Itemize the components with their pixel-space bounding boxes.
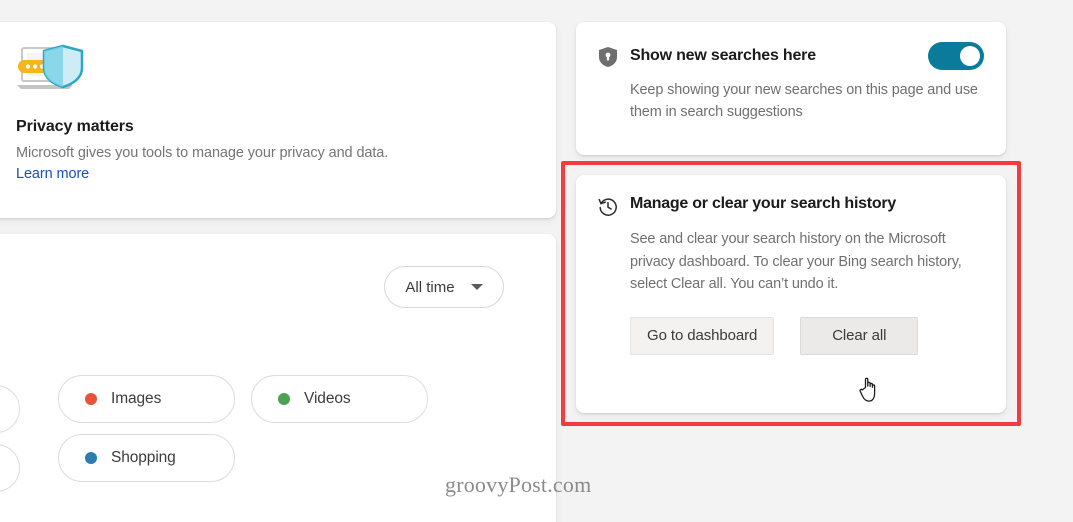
history-actions: Go to dashboard Clear all bbox=[576, 296, 1006, 355]
manage-search-history-title: Manage or clear your search history bbox=[630, 195, 897, 212]
show-new-searches-toggle[interactable] bbox=[928, 42, 984, 70]
go-to-dashboard-button[interactable]: Go to dashboard bbox=[630, 316, 775, 355]
filter-pill-label: Images bbox=[111, 390, 162, 407]
filter-color-dot bbox=[85, 393, 97, 405]
shield-lock-icon bbox=[598, 46, 618, 68]
manage-search-history-header: Manage or clear your search history bbox=[576, 175, 1006, 219]
filter-pill-shopping[interactable]: Shopping bbox=[58, 434, 235, 482]
watermark: groovyPost.com bbox=[445, 472, 592, 497]
manage-search-history-card: Manage or clear your search history See … bbox=[576, 175, 1006, 413]
filter-pill-images[interactable]: Images bbox=[58, 375, 235, 423]
filter-pill-partial-1[interactable] bbox=[0, 385, 20, 433]
filter-color-dot bbox=[278, 393, 290, 405]
filter-pill-videos[interactable]: Videos bbox=[251, 375, 428, 423]
left-column: Privacy matters Microsoft gives you tool… bbox=[0, 0, 556, 522]
learn-more-link[interactable]: Learn more bbox=[16, 166, 89, 182]
clear-all-button[interactable]: Clear all bbox=[800, 316, 919, 355]
privacy-card-title: Privacy matters bbox=[16, 118, 134, 135]
filter-pill-label: Shopping bbox=[111, 449, 176, 466]
filter-color-dot bbox=[85, 452, 97, 464]
show-new-searches-description: Keep showing your new searches on this p… bbox=[630, 82, 978, 120]
show-new-searches-card: Show new searches here Keep showing your… bbox=[576, 22, 1006, 155]
history-clock-icon bbox=[598, 197, 618, 219]
screen-root: Privacy matters Microsoft gives you tool… bbox=[0, 0, 1073, 522]
laptop-shield-icon bbox=[16, 44, 88, 100]
filter-pill-label: Videos bbox=[304, 390, 351, 407]
time-range-dropdown[interactable]: All time bbox=[384, 266, 504, 308]
toggle-knob bbox=[960, 46, 980, 66]
chevron-down-icon bbox=[470, 284, 483, 290]
show-new-searches-title: Show new searches here bbox=[630, 47, 816, 64]
time-range-label: All time bbox=[405, 278, 455, 296]
manage-search-history-description: See and clear your search history on the… bbox=[630, 231, 962, 292]
filter-pill-partial-2[interactable] bbox=[0, 444, 20, 492]
privacy-card-content: Privacy matters Microsoft gives you tool… bbox=[0, 22, 556, 183]
privacy-card-description: Microsoft gives you tools to manage your… bbox=[16, 145, 389, 161]
privacy-matters-card: Privacy matters Microsoft gives you tool… bbox=[0, 22, 556, 218]
show-new-searches-header: Show new searches here bbox=[576, 22, 1006, 70]
